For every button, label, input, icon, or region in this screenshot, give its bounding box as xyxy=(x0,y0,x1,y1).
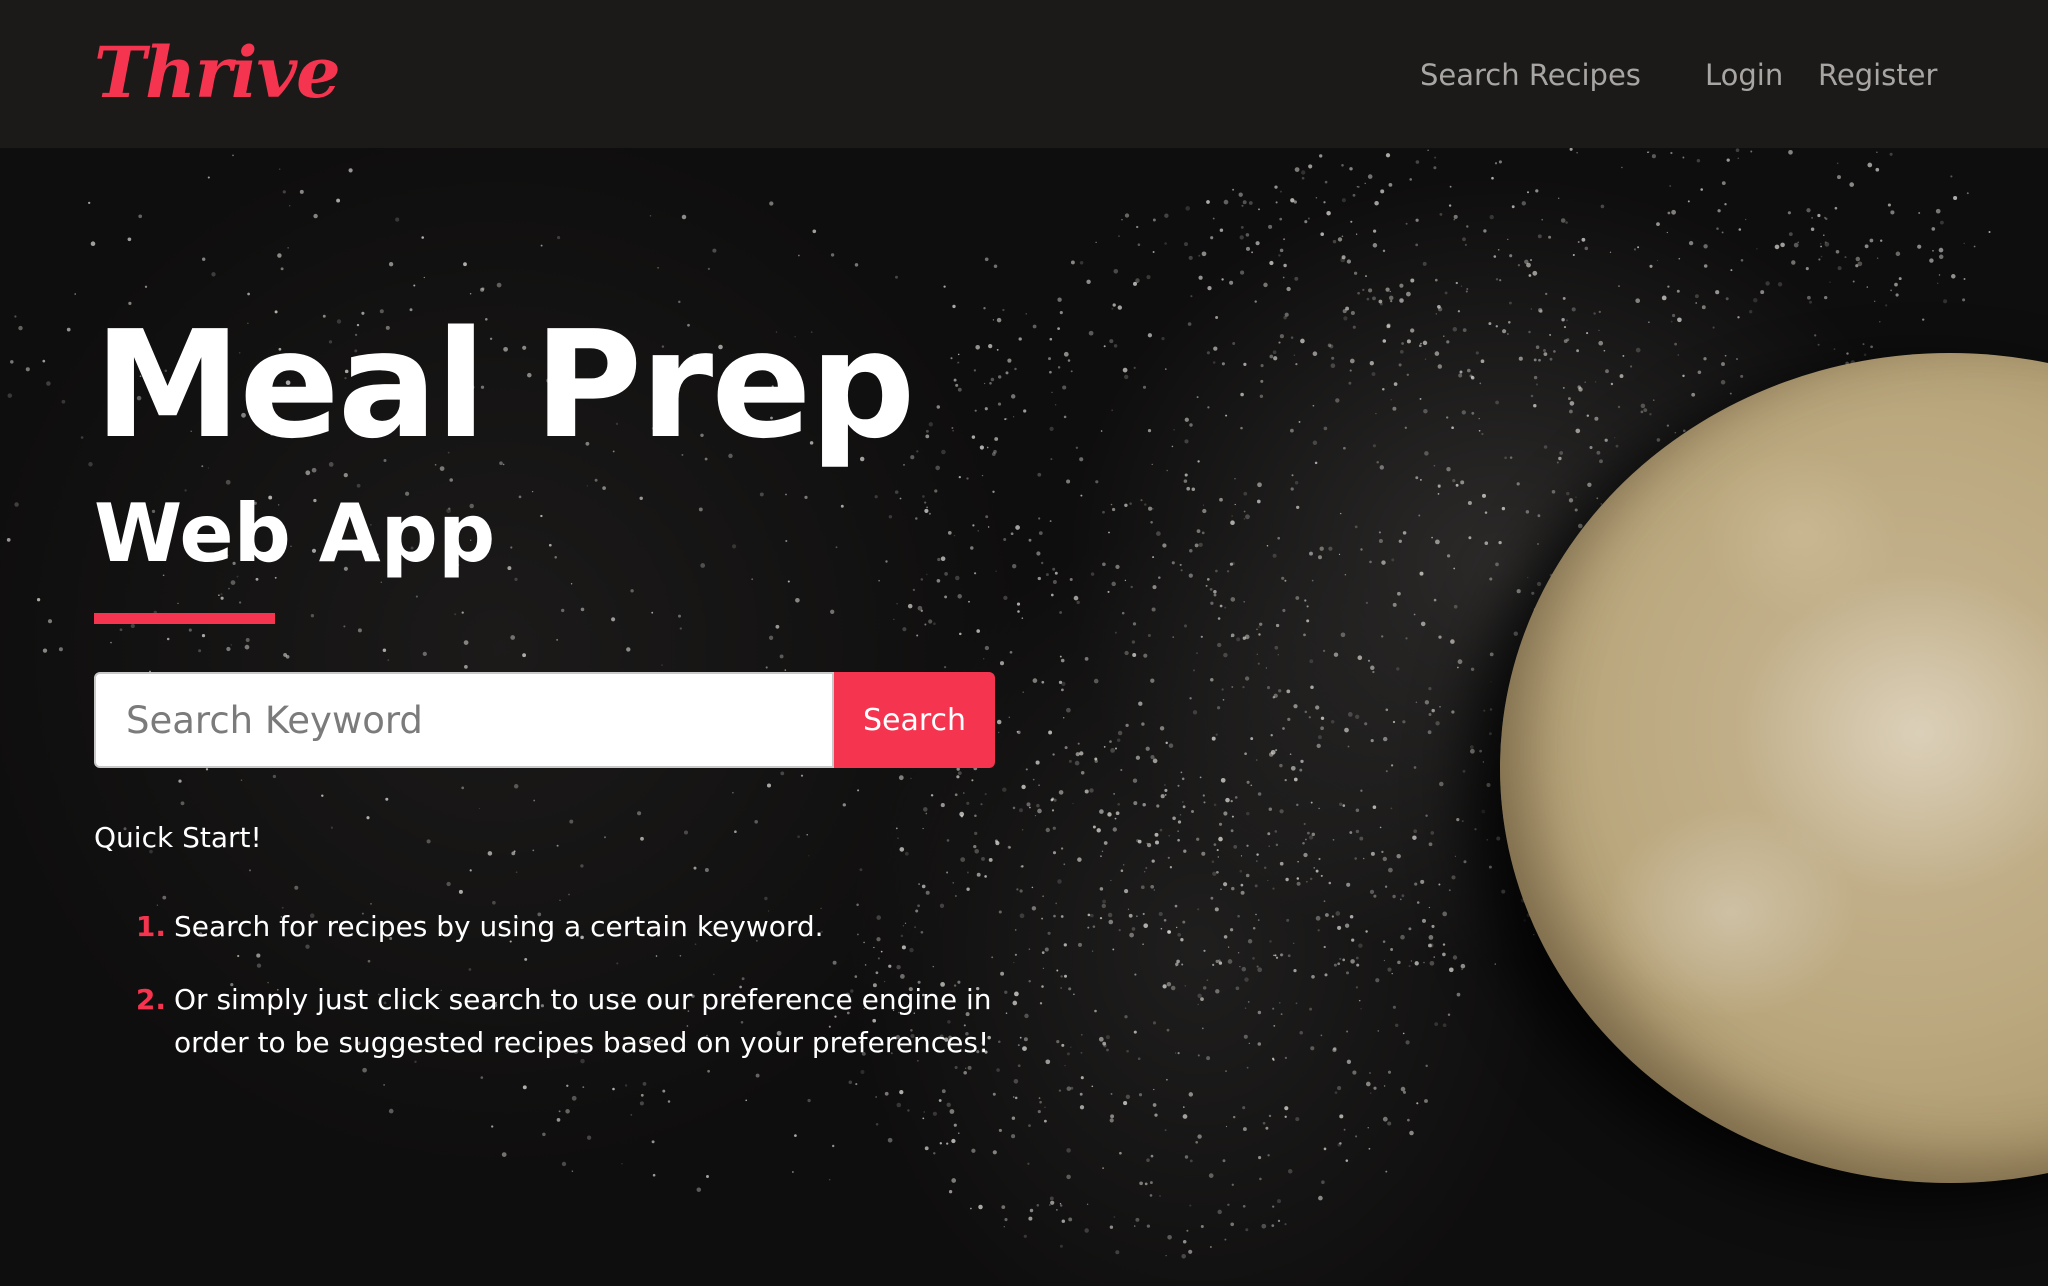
hero-subtitle: Web App xyxy=(94,487,496,580)
search-input[interactable] xyxy=(94,672,834,768)
nav-login-link[interactable]: Login xyxy=(1705,55,1783,95)
step-text: Search for recipes by using a certain ke… xyxy=(174,910,824,943)
hero-title: Meal Prep xyxy=(94,299,916,471)
page: Thrive Search Recipes Login Register Mea… xyxy=(0,0,2048,1286)
nav-register-link[interactable]: Register xyxy=(1818,55,1937,95)
search-form: Search xyxy=(94,672,995,768)
quick-start-step: 1. Search for recipes by using a certain… xyxy=(94,905,994,948)
step-number: 1. xyxy=(135,910,166,943)
quick-start-steps: 1. Search for recipes by using a certain… xyxy=(94,905,994,1094)
search-button[interactable]: Search xyxy=(834,672,995,768)
accent-divider xyxy=(94,613,275,624)
brand-logo[interactable]: Thrive xyxy=(94,28,341,118)
navbar: Thrive Search Recipes Login Register xyxy=(0,0,2048,148)
step-text: Or simply just click search to use our p… xyxy=(174,983,992,1059)
nav-search-recipes-link[interactable]: Search Recipes xyxy=(1420,55,1641,95)
step-number: 2. xyxy=(135,983,166,1016)
quick-start-step: 2. Or simply just click search to use ou… xyxy=(94,978,994,1064)
quick-start-heading: Quick Start! xyxy=(94,821,262,854)
